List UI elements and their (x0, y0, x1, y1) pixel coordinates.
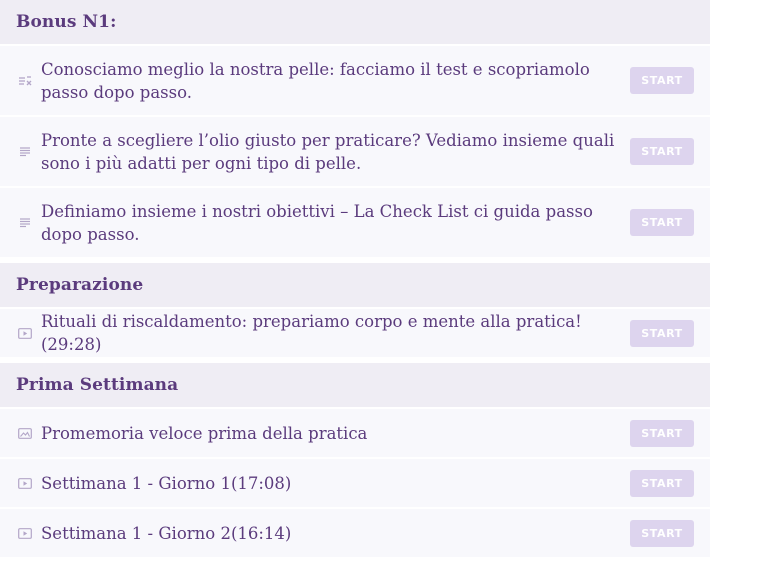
lesson-title: Pronte a scegliere l’olio giusto per pra… (41, 130, 615, 173)
section-title: Bonus N1: (0, 0, 710, 44)
lesson-item[interactable]: Promemoria veloce prima della pratica ST… (0, 407, 710, 457)
start-button[interactable]: START (630, 209, 694, 236)
text-icon (16, 217, 34, 228)
start-button[interactable]: START (630, 138, 694, 165)
section-prima-settimana: Prima Settimana Promemoria veloce prima … (0, 363, 710, 557)
lesson-item[interactable]: Settimana 1 - Giorno 1(17:08) START (0, 457, 710, 507)
lesson-item[interactable]: Conosciamo meglio la nostra pelle: facci… (0, 44, 710, 115)
start-button[interactable]: START (630, 319, 694, 347)
quiz-icon (16, 75, 34, 87)
lesson-title: Settimana 1 - Giorno 1(17:08) (41, 473, 292, 493)
section-bonus: Bonus N1: Conosciamo meglio la nostra pe… (0, 0, 710, 257)
section-title: Prima Settimana (0, 363, 710, 407)
lesson-item[interactable]: Rituali di riscaldamento: prepariamo cor… (0, 307, 710, 357)
lesson-title: Promemoria veloce prima della pratica (41, 423, 368, 443)
video-icon (16, 477, 34, 489)
video-icon (16, 327, 34, 339)
lesson-title: Rituali di riscaldamento: prepariamo cor… (41, 312, 582, 354)
start-button[interactable]: START (630, 519, 694, 547)
lesson-title: Definiamo insieme i nostri obiettivi – L… (41, 201, 593, 244)
lesson-title: Conosciamo meglio la nostra pelle: facci… (41, 59, 590, 102)
start-button[interactable]: START (630, 419, 694, 447)
start-button[interactable]: START (630, 469, 694, 497)
video-icon (16, 527, 34, 539)
course-curriculum: Bonus N1: Conosciamo meglio la nostra pe… (0, 0, 710, 563)
start-button[interactable]: START (630, 67, 694, 94)
lesson-item[interactable]: Pronte a scegliere l’olio giusto per pra… (0, 115, 710, 186)
lesson-item[interactable]: Definiamo insieme i nostri obiettivi – L… (0, 186, 710, 257)
section-preparazione: Preparazione Rituali di riscaldamento: p… (0, 263, 710, 357)
lesson-item[interactable]: Settimana 1 - Giorno 2(16:14) START (0, 507, 710, 557)
image-icon (16, 427, 34, 439)
text-icon (16, 146, 34, 157)
section-title: Preparazione (0, 263, 710, 307)
lesson-title: Settimana 1 - Giorno 2(16:14) (41, 523, 292, 543)
